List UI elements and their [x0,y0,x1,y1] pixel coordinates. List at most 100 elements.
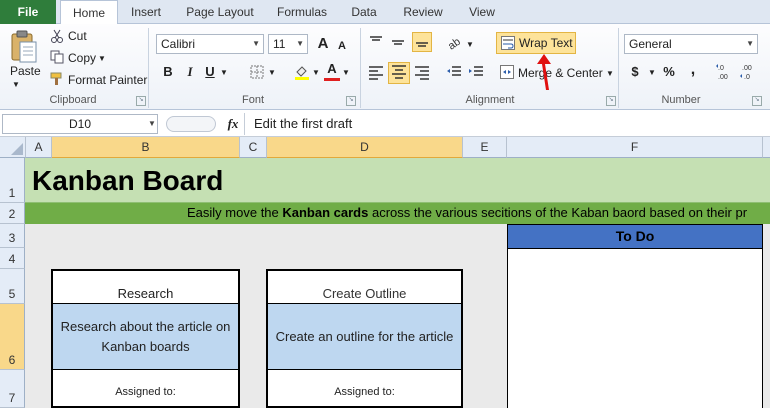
currency-button[interactable]: $ [628,62,642,82]
number-format-value: General [629,37,672,51]
increase-indent-icon[interactable] [468,64,484,80]
svg-text:.0: .0 [718,65,724,72]
tab-data[interactable]: Data [344,0,384,24]
font-name-value: Calibri [161,37,196,51]
align-bottom-icon[interactable] [412,32,432,52]
row-header-3[interactable]: 3 [0,224,25,248]
svg-text:ab: ab [446,36,463,50]
subtitle-band[interactable]: Easily move the Kanban cards across the … [25,203,770,224]
tab-formulas[interactable]: Formulas [268,0,336,24]
tab-review[interactable]: Review [396,0,450,24]
column-header-b[interactable]: B [52,137,240,158]
column-header-a[interactable]: A [26,137,52,158]
clipboard-group-label: Clipboard [49,94,97,106]
wrap-text-button[interactable]: Wrap Text [496,32,576,54]
paste-icon[interactable] [8,28,38,64]
row-number: 6 [8,353,16,367]
underline-dropdown-icon[interactable]: ▼ [220,68,228,77]
row-header-4[interactable]: 4 [0,248,25,269]
font-launcher-icon[interactable]: ↘ [346,96,356,106]
copy-dropdown-icon[interactable]: ▼ [98,54,106,63]
increase-decimal-icon[interactable]: .0.00 [716,62,734,82]
currency-dropdown-icon[interactable]: ▼ [648,68,656,77]
borders-icon[interactable] [250,65,264,79]
chevron-down-icon[interactable]: ▼ [252,35,260,53]
merge-center-button[interactable]: Merge & Center [518,66,603,80]
clipboard-launcher-icon[interactable]: ↘ [136,96,146,106]
align-center-icon[interactable] [388,62,410,84]
bold-button[interactable]: B [160,62,176,82]
chevron-down-icon[interactable]: ▼ [296,35,304,53]
copy-button[interactable]: Copy [68,51,96,65]
group-divider [148,28,149,108]
number-launcher-icon[interactable]: ↘ [752,96,762,106]
tab-insert[interactable]: Insert [120,0,172,24]
column-header-c[interactable]: C [240,137,267,158]
column-header-f[interactable]: F [507,137,763,158]
tab-view[interactable]: View [460,0,504,24]
row-header-5[interactable]: 5 [0,269,25,304]
decrease-indent-icon[interactable] [446,64,462,80]
copy-icon[interactable] [50,50,64,64]
card-title: Research [117,286,174,301]
insert-function-button[interactable]: fx [224,114,242,134]
row-number: 2 [8,207,16,221]
divider [268,369,461,370]
group-divider [360,28,361,108]
underline-button[interactable]: U [202,62,218,82]
row-header-6[interactable]: 6 [0,304,25,370]
column-header-e[interactable]: E [463,137,507,158]
font-color-dropdown-icon[interactable]: ▼ [342,68,350,77]
align-top-icon[interactable] [368,34,384,50]
column-header-d[interactable]: D [267,137,463,158]
align-left-icon[interactable] [368,64,384,80]
grow-font-button[interactable]: A [314,34,332,54]
italic-button[interactable]: I [182,62,198,82]
todo-header[interactable]: To Do [507,224,763,249]
number-group-label: Number [661,94,701,106]
borders-dropdown-icon[interactable]: ▼ [268,68,276,77]
font-name-combo[interactable]: Calibri ▼ [156,34,264,54]
align-right-icon[interactable] [414,64,430,80]
cut-icon[interactable] [50,29,64,43]
row-number: 5 [8,287,16,301]
fill-color-icon[interactable] [294,64,310,80]
format-painter-icon[interactable] [50,72,64,86]
formula-input[interactable]: Edit the first draft [246,114,770,134]
column-header-g[interactable] [763,137,770,158]
align-middle-icon[interactable] [390,34,406,50]
decrease-decimal-icon[interactable]: .00.0 [740,62,758,82]
name-box[interactable]: D10 [2,114,158,134]
orientation-dropdown-icon[interactable]: ▼ [466,40,474,49]
formula-splitter[interactable] [166,116,216,132]
select-all-corner[interactable] [0,137,26,158]
tab-file[interactable]: File [0,0,56,24]
paste-dropdown-icon[interactable]: ▼ [12,80,20,89]
row-header-1[interactable]: 1 [0,158,25,203]
name-box-dropdown-icon[interactable]: ▼ [146,114,158,134]
merge-center-icon[interactable] [500,65,514,79]
comma-button[interactable]: , [688,60,698,80]
number-format-combo[interactable]: General ▼ [624,34,758,54]
tab-home[interactable]: Home [60,0,118,26]
paste-button[interactable]: Paste [10,64,41,78]
cut-button[interactable]: Cut [68,29,87,43]
font-size-combo[interactable]: 11 ▼ [268,34,308,54]
alignment-launcher-icon[interactable]: ↘ [606,96,616,106]
todo-column[interactable] [507,249,763,408]
subtitle-text: Easily move the Kanban cards across the … [187,205,747,220]
wrap-text-icon [501,36,515,50]
chevron-down-icon[interactable]: ▼ [746,35,754,53]
orientation-icon[interactable]: ab [446,34,464,53]
shrink-font-button[interactable]: A [334,36,350,56]
percent-button[interactable]: % [662,62,676,82]
merge-dropdown-icon[interactable]: ▼ [606,69,614,78]
font-color-button[interactable]: A [324,60,340,81]
format-painter-button[interactable]: Format Painter [68,73,147,87]
row-header-2[interactable]: 2 [0,203,25,224]
fill-color-dropdown-icon[interactable]: ▼ [312,68,320,77]
row-header-7[interactable]: 7 [0,370,25,408]
annotation-arrow-icon [532,52,556,92]
tab-page-layout[interactable]: Page Layout [180,0,260,24]
row-number: 7 [8,391,16,405]
